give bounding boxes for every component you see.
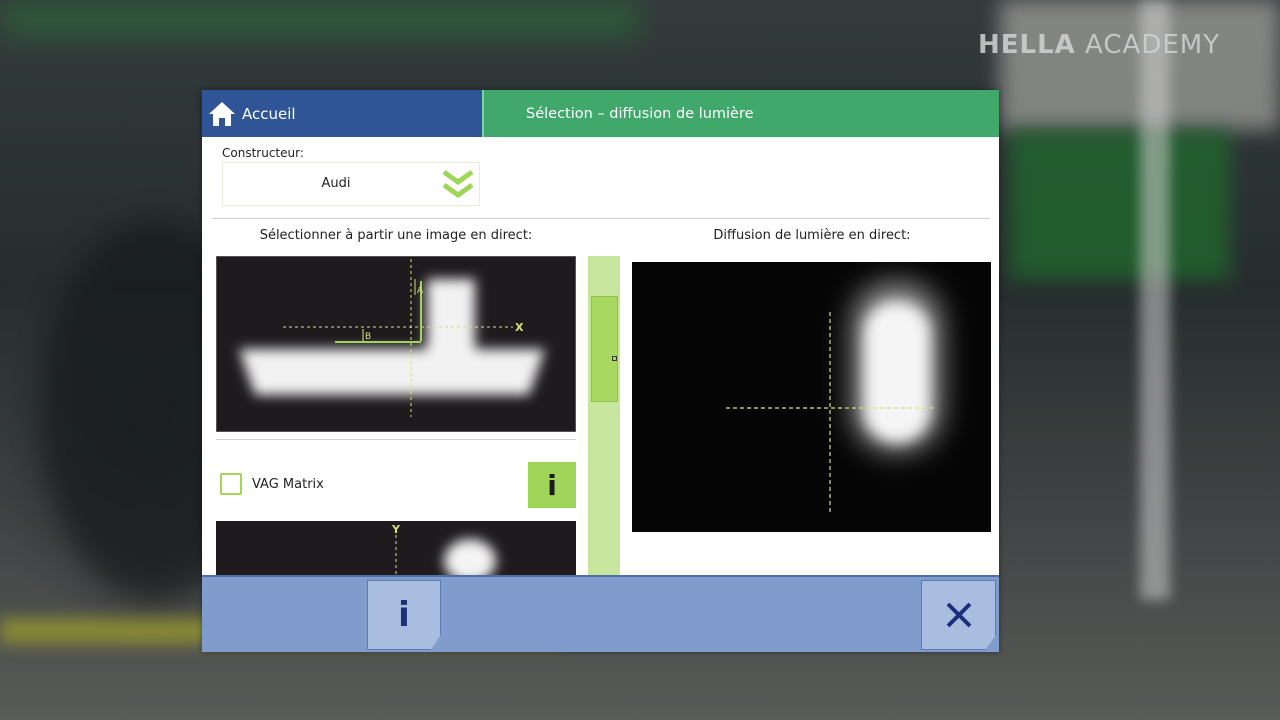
background-blur bbox=[0, 0, 640, 40]
dialog-window: Accueil Sélection – diffusion de lumière… bbox=[202, 90, 999, 652]
home-label: Accueil bbox=[242, 104, 296, 123]
info-button[interactable]: i bbox=[367, 580, 441, 650]
marker-y: Y bbox=[391, 523, 401, 536]
page-title: Sélection – diffusion de lumière bbox=[526, 105, 754, 122]
constructor-value: Audi bbox=[321, 176, 351, 191]
marker-b: B bbox=[365, 332, 371, 342]
vag-matrix-label: VAG Matrix bbox=[252, 477, 324, 492]
background-blur bbox=[1140, 0, 1170, 600]
vag-info-button[interactable]: i bbox=[528, 462, 576, 508]
live-image-title: Sélectionner à partir une image en direc… bbox=[259, 228, 533, 243]
home-icon bbox=[208, 100, 236, 128]
background-blur bbox=[1010, 130, 1230, 280]
page-title-tab: Sélection – diffusion de lumière bbox=[482, 90, 999, 137]
marker-x: X bbox=[515, 321, 524, 334]
scrollbar-thumb[interactable] bbox=[591, 296, 618, 402]
constructor-label: Constructeur: bbox=[222, 146, 304, 160]
bottom-toolbar: i bbox=[202, 575, 999, 652]
live-selection-image[interactable]: A B X bbox=[216, 256, 576, 432]
divider bbox=[216, 439, 576, 440]
scrollbar-grip-icon bbox=[612, 356, 617, 361]
close-button[interactable] bbox=[921, 580, 996, 650]
live-diffusion-title: Diffusion de lumière en direct: bbox=[713, 228, 911, 243]
double-chevron-down-icon bbox=[442, 169, 474, 199]
vag-matrix-image[interactable]: Y bbox=[216, 521, 576, 581]
close-icon bbox=[946, 602, 971, 628]
title-bar: Accueil Sélection – diffusion de lumière bbox=[202, 90, 999, 137]
vag-matrix-checkbox[interactable] bbox=[220, 473, 242, 495]
constructor-dropdown[interactable]: Audi bbox=[222, 162, 480, 206]
divider bbox=[212, 218, 990, 219]
home-tab[interactable]: Accueil bbox=[202, 90, 482, 137]
live-diffusion-image bbox=[632, 262, 991, 532]
marker-a: A bbox=[417, 286, 424, 296]
hella-academy-watermark: HELLA ACADEMY bbox=[978, 30, 1221, 60]
